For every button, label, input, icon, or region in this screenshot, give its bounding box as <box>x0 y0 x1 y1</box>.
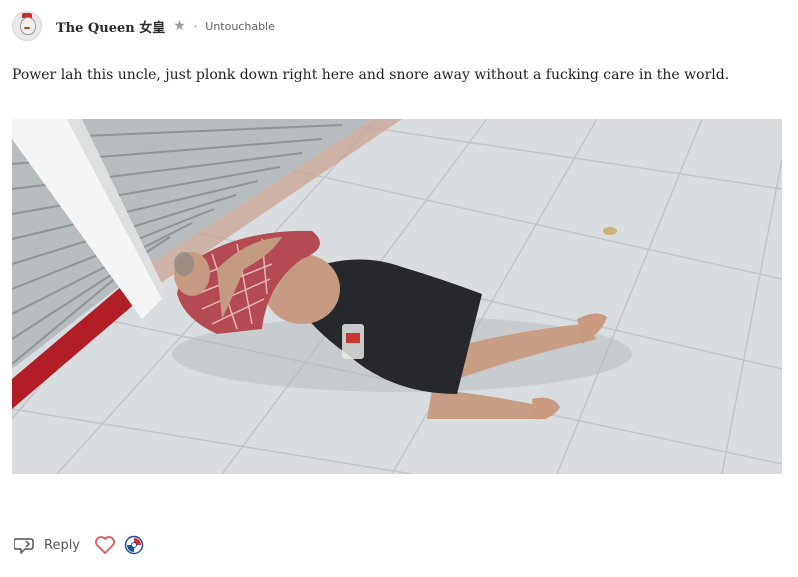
author-name[interactable]: The Queen 女皇 <box>56 17 165 36</box>
post-actions: Reply <box>14 532 144 558</box>
heart-icon <box>95 536 115 554</box>
like-button[interactable] <box>94 535 116 555</box>
face-shape <box>20 17 36 35</box>
user-flair: Untouchable <box>205 19 275 33</box>
badge-button[interactable] <box>124 535 144 555</box>
post-body: Power lah this uncle, just plonk down ri… <box>12 67 730 83</box>
reply-arrow-icon <box>14 538 34 554</box>
singapore-badge-icon <box>124 535 144 555</box>
reply-button[interactable]: Reply <box>14 534 86 556</box>
post-image[interactable] <box>12 119 782 474</box>
post-header: The Queen 女皇 ★ · Untouchable <box>12 10 275 42</box>
reply-label: Reply <box>44 537 81 553</box>
mouth-shape <box>24 27 30 29</box>
star-icon: ★ <box>173 18 186 34</box>
avatar-icon[interactable] <box>12 11 42 41</box>
post-photo <box>12 119 782 474</box>
separator-dot: · <box>193 19 198 33</box>
